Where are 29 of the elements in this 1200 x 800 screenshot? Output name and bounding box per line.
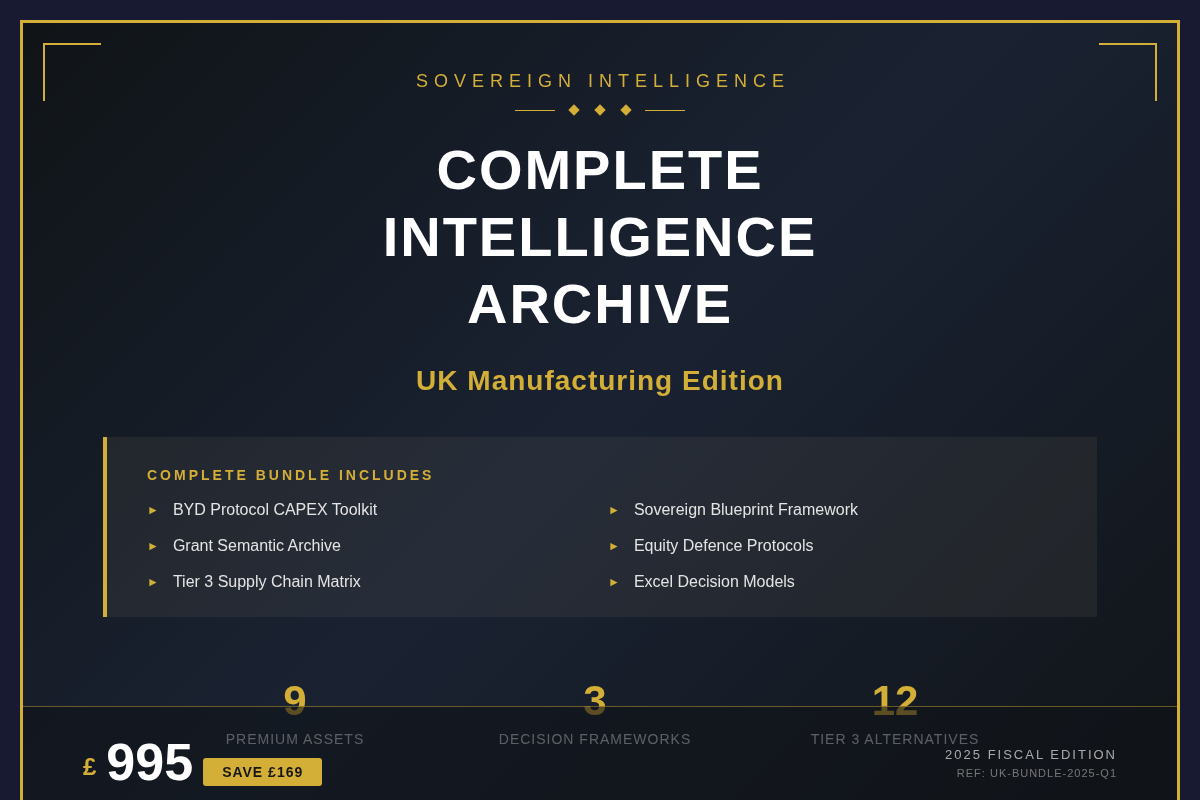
bundle-item: Sovereign Blueprint Framework — [633, 501, 858, 519]
bundle-item: Tier 3 Supply Chain Matrix — [172, 573, 361, 591]
bundle-item: Equity Defence Protocols — [633, 537, 814, 555]
corner-bracket — [1099, 43, 1157, 101]
panel-heading: COMPLETE BUNDLE INCLUDES — [147, 467, 436, 483]
bullet-marker: ► — [147, 539, 159, 553]
bundle-item: Excel Decision Models — [633, 573, 795, 591]
bundle-item: BYD Protocol CAPEX Toolkit — [172, 501, 378, 519]
stat-value: 3 — [583, 677, 607, 725]
price: 995 — [106, 732, 194, 792]
reference-code: REF: UK-BUNDLE-2025-Q1 — [956, 767, 1117, 779]
bundle-item: Grant Semantic Archive — [172, 537, 341, 555]
stat-label: PREMIUM ASSETS — [225, 731, 365, 747]
subtitle: UK Manufacturing Edition — [416, 365, 784, 397]
bullet-marker: ► — [608, 575, 620, 589]
stat-label: TIER 3 ALTERNATIVES — [810, 731, 980, 747]
bullet-marker: ► — [608, 503, 620, 517]
stat-value: 12 — [871, 677, 919, 725]
savings-badge: SAVE £169 — [203, 758, 323, 786]
currency-symbol: £ — [83, 753, 97, 781]
edition-label: 2025 FISCAL EDITION — [945, 747, 1117, 762]
main-title: COMPLETE INTELLIGENCE ARCHIVE — [382, 137, 818, 337]
bullet-marker: ► — [147, 503, 159, 517]
bullet-marker: ► — [608, 539, 620, 553]
corner-bracket — [43, 43, 101, 101]
bullet-marker: ► — [147, 575, 159, 589]
stat-value: 9 — [283, 677, 307, 725]
eyebrow-text: SOVEREIGN INTELLIGENCE — [414, 71, 791, 92]
stat-label: DECISION FRAMEWORKS — [498, 731, 692, 747]
